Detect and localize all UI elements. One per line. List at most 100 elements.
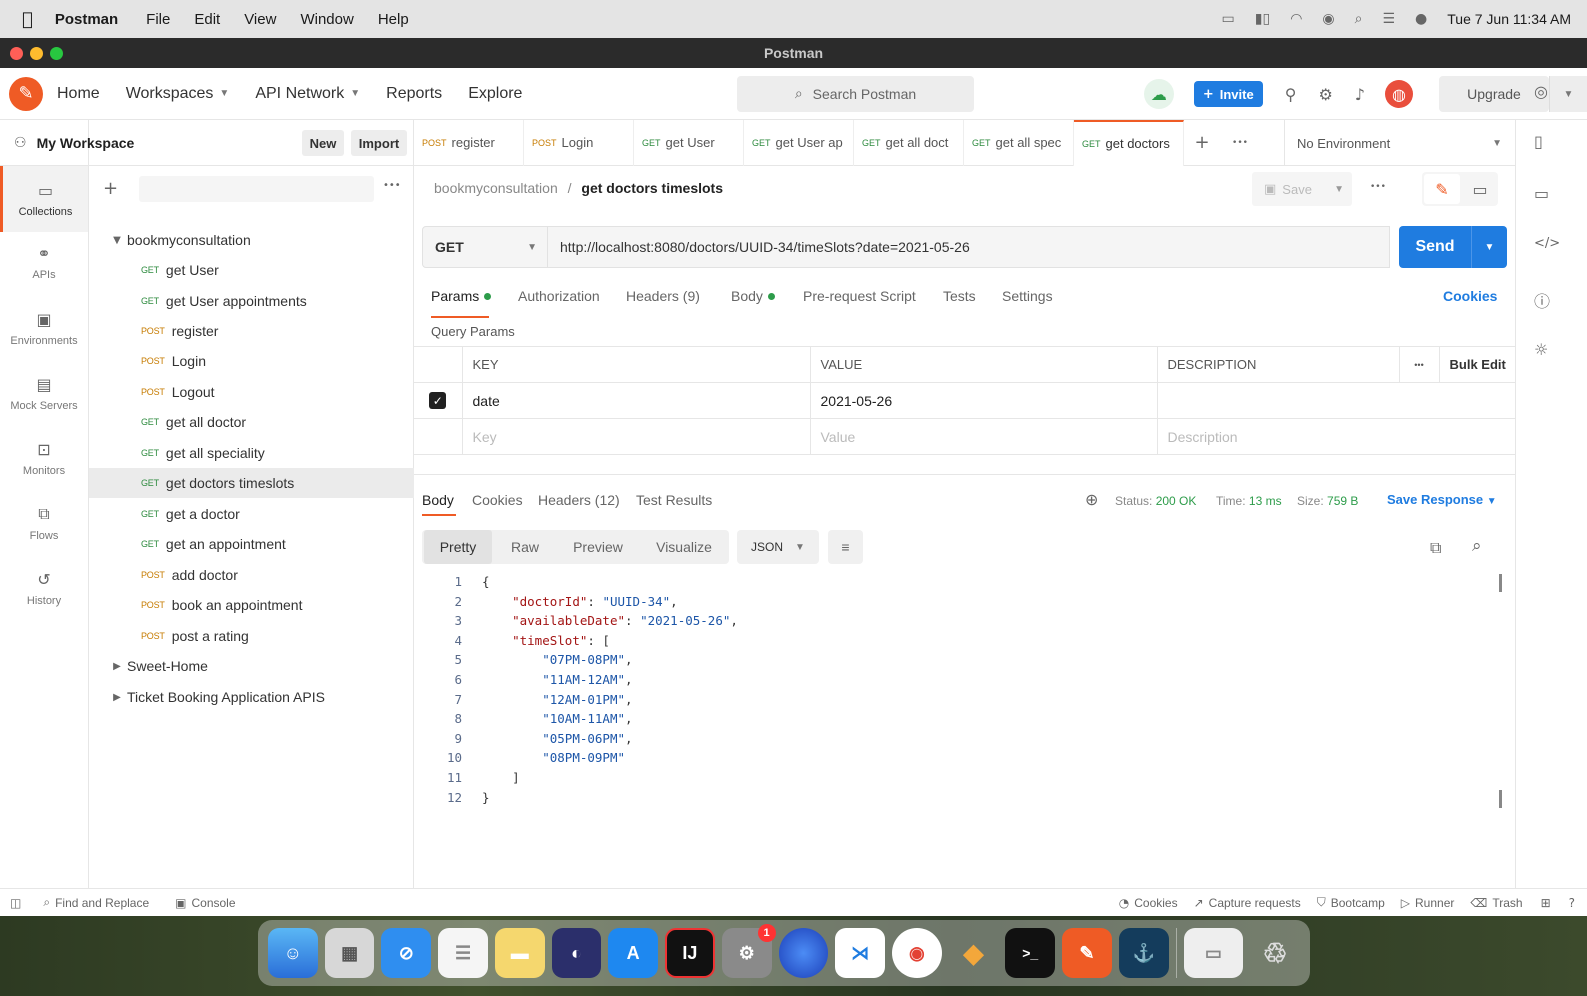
collection-item[interactable]: ▶ Sweet-Home	[89, 651, 414, 681]
nav-home[interactable]: Home	[57, 85, 100, 103]
menu-app-name[interactable]: Postman	[55, 11, 118, 28]
request-tab[interactable]: GET get all doct	[854, 119, 964, 166]
collection-item[interactable]: GET get an appointment	[89, 529, 414, 559]
menu-window[interactable]: Window	[300, 11, 353, 28]
satellite-icon[interactable]: ⚲	[1285, 85, 1297, 104]
menu-help[interactable]: Help	[378, 11, 409, 28]
tab-authorization[interactable]: Authorization	[518, 288, 600, 304]
chrome-icon[interactable]: ◉	[891, 928, 942, 978]
response-tab-cookies[interactable]: Cookies	[472, 492, 523, 508]
finder-icon[interactable]: ☺	[268, 928, 318, 978]
recent-window-icon[interactable]: ▭	[1183, 928, 1244, 978]
eclipse-icon[interactable]: ◐	[551, 928, 602, 978]
workspace-name[interactable]: My Workspace	[37, 135, 135, 151]
mysql-workbench-icon[interactable]: ⚓	[1118, 928, 1169, 978]
request-tab[interactable]: GET get doctors	[1074, 119, 1184, 166]
comment-icon[interactable]: ▭	[1462, 172, 1498, 206]
search-icon[interactable]: ⌕	[1472, 536, 1482, 556]
zoom-window-button[interactable]	[50, 47, 63, 60]
collection-item[interactable]: POST post a rating	[89, 621, 414, 651]
new-tab-plus-icon[interactable]: +	[1184, 132, 1220, 153]
environment-select[interactable]: No Environment ▼	[1284, 120, 1516, 166]
runner-button[interactable]: ▷ Runner	[1401, 896, 1455, 910]
send-button[interactable]: Send ▼	[1399, 226, 1507, 268]
notes-icon[interactable]: ▬	[494, 928, 545, 978]
cookies-button[interactable]: ◔ Cookies	[1119, 896, 1178, 910]
minimize-window-button[interactable]	[30, 47, 43, 60]
response-tab-test-results[interactable]: Test Results	[636, 492, 712, 508]
response-tab-body[interactable]: Body	[422, 492, 454, 508]
bootcamp-button[interactable]: ⛉ Bootcamp	[1317, 895, 1385, 910]
trash-icon[interactable]: ♲	[1250, 928, 1300, 978]
console-button[interactable]: ▣ Console	[175, 896, 235, 910]
rail-mock-servers[interactable]: ▤ Mock Servers	[0, 363, 88, 423]
system-preferences-icon[interactable]: ⚙ 1	[721, 924, 776, 978]
import-button[interactable]: Import	[351, 130, 407, 156]
request-tab[interactable]: GET get User	[634, 119, 744, 166]
rail-apis[interactable]: ⚭ APIs	[0, 232, 88, 292]
edit-pencil-icon[interactable]: ✎	[1424, 174, 1460, 204]
gear-icon[interactable]: ⚙	[1318, 85, 1332, 104]
chevron-down-icon[interactable]: ▼	[107, 235, 127, 246]
new-description-input[interactable]: Description	[1156, 418, 1515, 455]
app-store-icon[interactable]: A	[608, 928, 659, 978]
collection-item[interactable]: GET get all doctor	[89, 407, 414, 437]
globe-app-icon[interactable]	[778, 928, 829, 978]
more-tabs-icon[interactable]: •••	[1220, 138, 1260, 148]
response-body-code[interactable]: 1 {2 "doctorId": "UUID-34", 3 "availableDa…	[434, 574, 1494, 834]
nav-api-network[interactable]: API Network ▼	[255, 85, 360, 103]
upgrade-menu-chevron-icon[interactable]: ▼	[1549, 76, 1587, 112]
scrollbar-bottom[interactable]	[1499, 790, 1502, 808]
info-icon[interactable]: ⓘ	[1534, 288, 1550, 312]
battery-icon[interactable]: ▮▯	[1255, 11, 1270, 27]
collection-item[interactable]: POST Logout	[89, 377, 414, 407]
sync-cloud-icon[interactable]: ☁	[1143, 79, 1174, 109]
tab-tests[interactable]: Tests	[943, 288, 976, 304]
wrap-lines-icon[interactable]: ≡	[828, 530, 863, 564]
method-select[interactable]: GET ▼	[422, 226, 548, 268]
trash-button[interactable]: ⌫ Trash	[1470, 896, 1522, 910]
nav-explore[interactable]: Explore	[468, 85, 522, 103]
response-status[interactable]: Status: 200 OK	[1115, 494, 1196, 508]
layout-icon[interactable]: ⊞	[1541, 896, 1551, 910]
tab-headers[interactable]: Headers (9)	[626, 288, 700, 304]
collection-item[interactable]: ▼ bookmyconsultation	[89, 225, 414, 255]
param-key[interactable]: date	[461, 382, 811, 419]
terminal-icon[interactable]: >_	[1005, 928, 1056, 978]
more-options-icon[interactable]: •••	[383, 180, 401, 191]
lightbulb-icon[interactable]: ☼	[1534, 340, 1548, 359]
chevron-right-icon[interactable]: ▶	[107, 661, 127, 672]
tab-body[interactable]: Body	[731, 288, 775, 304]
bulk-edit-button[interactable]: Bulk Edit	[1438, 346, 1515, 383]
nav-workspaces[interactable]: Workspaces ▼	[126, 85, 230, 103]
rail-flows[interactable]: ⧉ Flows	[0, 493, 88, 553]
avatar[interactable]: ◍	[1385, 80, 1413, 108]
nav-reports[interactable]: Reports	[386, 85, 442, 103]
format-pretty[interactable]: Pretty	[424, 530, 492, 564]
copy-icon[interactable]: ⧉	[1430, 538, 1441, 558]
response-time[interactable]: Time: 13 ms	[1216, 494, 1282, 508]
clock[interactable]: Tue 7 Jun 11:34 AM	[1447, 11, 1571, 27]
param-description[interactable]	[1156, 382, 1515, 419]
apple-icon[interactable]: 	[22, 9, 33, 30]
upgrade-button[interactable]: Upgrade	[1439, 76, 1549, 112]
collection-item[interactable]: GET get User	[89, 255, 414, 285]
search-postman-input[interactable]: ⌕ Search Postman	[737, 76, 974, 112]
screen-icon[interactable]: ▭	[1222, 11, 1235, 27]
bell-icon[interactable]: ♪	[1355, 85, 1365, 104]
new-value-input[interactable]: Value	[809, 418, 1158, 455]
control-center-icon[interactable]: ☰	[1382, 11, 1395, 27]
globe-icon[interactable]: ⊕	[1085, 490, 1098, 509]
request-tab[interactable]: POST Login	[524, 119, 634, 166]
format-raw[interactable]: Raw	[499, 530, 551, 564]
tab-pre-request-script[interactable]: Pre-request Script	[803, 288, 916, 304]
rail-environments[interactable]: ▣ Environments	[0, 298, 88, 358]
find-and-replace-button[interactable]: ⌕ Find and Replace	[43, 895, 149, 910]
tab-params[interactable]: Params	[431, 288, 492, 304]
postman-logo-icon[interactable]: ✎	[9, 76, 43, 111]
spotlight-search-icon[interactable]: ⌕	[1355, 11, 1363, 27]
rail-monitors[interactable]: ⊡ Monitors	[0, 428, 88, 488]
user-icon[interactable]: ◉	[1322, 11, 1334, 27]
menu-edit[interactable]: Edit	[194, 11, 220, 28]
new-key-input[interactable]: Key	[461, 418, 811, 455]
